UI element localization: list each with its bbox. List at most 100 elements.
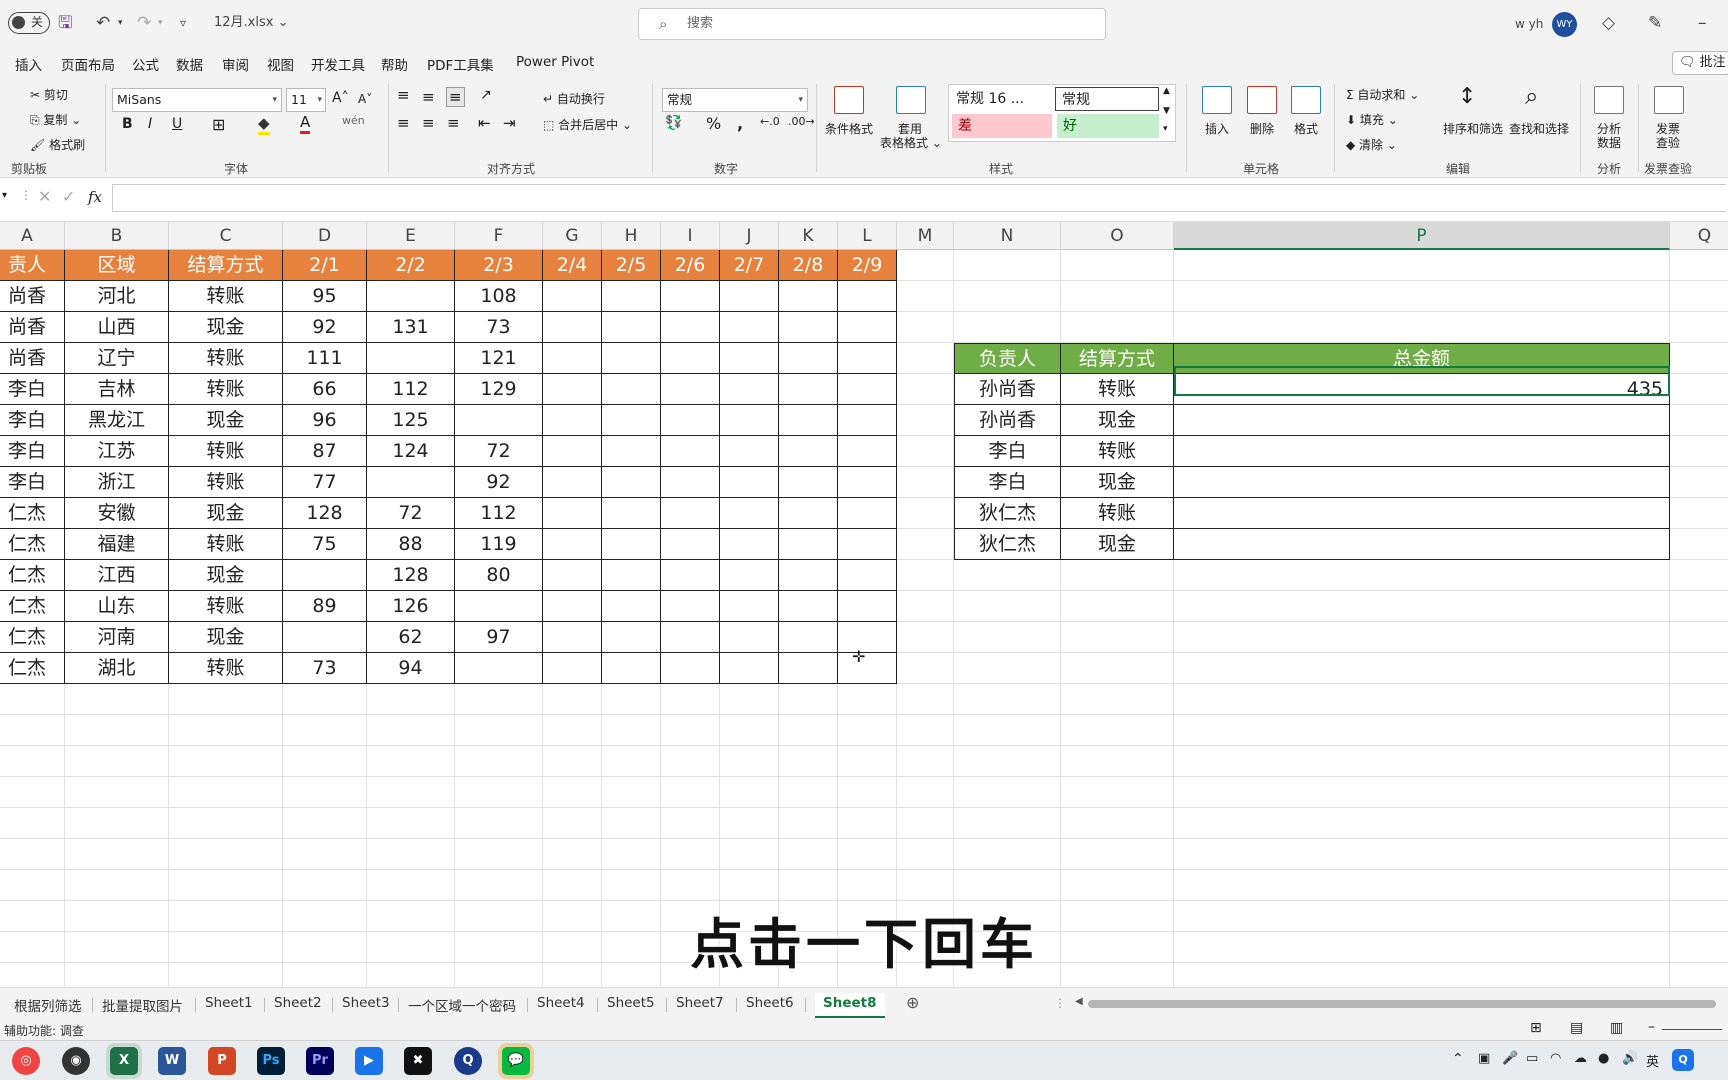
sheet-tab[interactable]: Sheet8 — [815, 993, 885, 1018]
align-center-icon[interactable]: ≡ — [422, 114, 435, 132]
source-data-cell[interactable]: 黑龙江 — [65, 405, 169, 436]
summary-data-cell[interactable]: 狄仁杰 — [954, 498, 1061, 529]
source-data-cell[interactable] — [779, 529, 838, 560]
source-data-cell[interactable] — [543, 281, 602, 312]
cloud-icon[interactable]: ☁ — [1574, 1051, 1587, 1066]
summary-data-cell[interactable]: 狄仁杰 — [954, 529, 1061, 560]
summary-data-cell[interactable]: 李白 — [954, 436, 1061, 467]
source-data-cell[interactable] — [543, 653, 602, 684]
source-header-cell[interactable]: 2/7 — [720, 250, 779, 281]
source-data-cell[interactable] — [779, 281, 838, 312]
style-normal[interactable]: 常规 — [1055, 87, 1159, 111]
browser-icon[interactable]: Q — [454, 1047, 482, 1075]
autosum-button[interactable]: Σ 自动求和 ⌄ — [1346, 86, 1419, 103]
source-data-cell[interactable] — [661, 498, 720, 529]
source-data-cell[interactable] — [367, 281, 455, 312]
menu-help[interactable]: 帮助 — [381, 54, 408, 74]
sheet-tab[interactable]: Sheet4 — [537, 995, 585, 1011]
source-data-cell[interactable]: 现金 — [169, 622, 283, 653]
menu-review[interactable]: 审阅 — [222, 54, 249, 74]
source-data-cell[interactable]: 现金 — [169, 498, 283, 529]
source-data-cell[interactable] — [720, 467, 779, 498]
source-data-cell[interactable] — [602, 436, 661, 467]
word-icon[interactable]: W — [158, 1047, 186, 1075]
summary-data-cell[interactable]: 转账 — [1061, 498, 1174, 529]
source-header-cell[interactable]: 2/1 — [283, 250, 367, 281]
source-header-cell[interactable]: 2/9 — [838, 250, 897, 281]
percent-icon[interactable]: % — [706, 114, 721, 133]
source-data-cell[interactable] — [779, 312, 838, 343]
gallery-scroll-up-icon[interactable]: ▲ — [1163, 86, 1170, 96]
source-data-cell[interactable]: 辽宁 — [65, 343, 169, 374]
menu-developer[interactable]: 开发工具 — [311, 54, 365, 74]
source-data-cell[interactable]: 92 — [283, 312, 367, 343]
column-header-p[interactable]: P — [1174, 222, 1670, 250]
increase-decimal-icon[interactable]: ←.0 — [760, 115, 780, 128]
align-right-icon[interactable]: ≡ — [447, 114, 460, 132]
increase-font-icon[interactable]: A˄ — [332, 90, 349, 106]
volume-icon[interactable]: 🔊 — [1622, 1051, 1638, 1066]
pen-icon[interactable]: ✎ — [1648, 12, 1662, 34]
source-data-cell[interactable]: 仁杰 — [0, 498, 65, 529]
menu-pdf-tools[interactable]: PDF工具集 — [427, 54, 494, 74]
number-format-box[interactable]: 常规 ▾ — [662, 88, 808, 112]
format-cells-button[interactable]: 格式 — [1294, 120, 1318, 137]
tray-icon[interactable]: ▣ — [1478, 1051, 1490, 1066]
source-data-cell[interactable] — [455, 405, 543, 436]
source-data-cell[interactable] — [543, 374, 602, 405]
video-editor-icon[interactable]: ▶ — [355, 1047, 383, 1075]
customize-toolbar-icon[interactable]: ▿ — [180, 12, 186, 34]
source-data-cell[interactable]: 转账 — [169, 343, 283, 374]
source-data-cell[interactable] — [543, 622, 602, 653]
ime-indicator[interactable]: 英 — [1646, 1051, 1659, 1070]
source-data-cell[interactable] — [838, 281, 897, 312]
source-header-cell[interactable]: 2/2 — [367, 250, 455, 281]
source-data-cell[interactable]: 转账 — [169, 653, 283, 684]
source-data-cell[interactable]: 75 — [283, 529, 367, 560]
source-data-cell[interactable]: 131 — [367, 312, 455, 343]
align-top-icon[interactable]: ≡ — [397, 86, 410, 104]
source-data-cell[interactable]: 62 — [367, 622, 455, 653]
source-data-cell[interactable]: 转账 — [169, 591, 283, 622]
source-data-cell[interactable] — [779, 467, 838, 498]
search-box[interactable]: ⌕ 搜索 — [638, 8, 1106, 40]
autosave-toggle[interactable]: 关 — [8, 12, 50, 34]
source-data-cell[interactable]: 112 — [367, 374, 455, 405]
undo-icon[interactable]: ↶ — [96, 12, 110, 34]
decrease-font-icon[interactable]: A˅ — [358, 92, 372, 106]
source-data-cell[interactable] — [838, 343, 897, 374]
column-header-q[interactable]: Q — [1670, 222, 1728, 250]
source-header-cell[interactable]: 2/4 — [543, 250, 602, 281]
sheet-tab[interactable]: 批量提取图片 — [102, 995, 183, 1015]
summary-data-cell[interactable]: 孙尚香 — [954, 374, 1061, 405]
summary-header-cell[interactable]: 结算方式 — [1061, 343, 1174, 374]
source-data-cell[interactable] — [779, 498, 838, 529]
source-data-cell[interactable] — [367, 343, 455, 374]
source-data-cell[interactable]: 转账 — [169, 374, 283, 405]
source-data-cell[interactable] — [543, 343, 602, 374]
fill-button[interactable]: ⬇ 填充 ⌄ — [1346, 111, 1398, 128]
microphone-icon[interactable]: 🎤 — [1502, 1051, 1518, 1066]
source-data-cell[interactable] — [838, 312, 897, 343]
source-data-cell[interactable] — [838, 653, 897, 684]
source-data-cell[interactable] — [779, 405, 838, 436]
bold-icon[interactable]: B — [122, 116, 133, 132]
source-data-cell[interactable] — [838, 529, 897, 560]
source-data-cell[interactable]: 129 — [455, 374, 543, 405]
accessibility-status[interactable]: 辅助功能: 调查 — [4, 1022, 84, 1039]
increase-indent-icon[interactable]: ⇥ — [503, 114, 516, 132]
active-cell-selection[interactable] — [1174, 366, 1670, 396]
diamond-icon[interactable]: ◇ — [1602, 12, 1615, 34]
comment-button[interactable]: 🗨 批注 — [1672, 51, 1728, 75]
source-data-cell[interactable] — [720, 281, 779, 312]
page-layout-view-icon[interactable]: ▤ — [1570, 1020, 1583, 1036]
wifi-icon[interactable]: ◠ — [1550, 1051, 1561, 1066]
source-data-cell[interactable] — [602, 622, 661, 653]
source-data-cell[interactable]: 111 — [283, 343, 367, 374]
source-data-cell[interactable]: 72 — [367, 498, 455, 529]
source-data-cell[interactable]: 88 — [367, 529, 455, 560]
source-data-cell[interactable]: 124 — [367, 436, 455, 467]
source-data-cell[interactable] — [661, 622, 720, 653]
source-data-cell[interactable] — [838, 622, 897, 653]
source-data-cell[interactable] — [838, 374, 897, 405]
